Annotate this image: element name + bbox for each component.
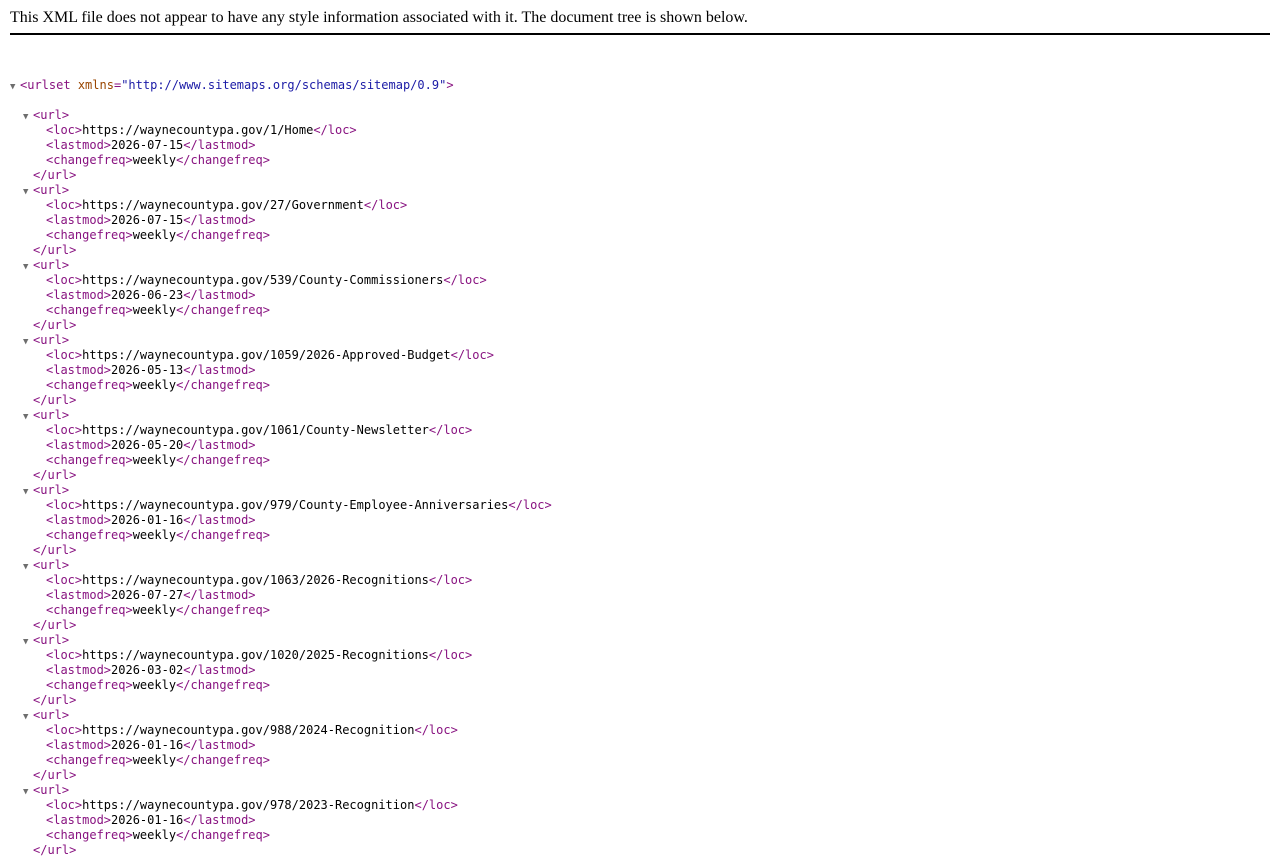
- url-loc-value: https://waynecountypa.gov/978/2023-Recog…: [82, 798, 415, 812]
- url-changefreq-value: weekly: [132, 303, 177, 317]
- url-open-line: ▼ <url>: [10, 708, 552, 723]
- url-loc-line: <loc>https://waynecountypa.gov/1059/2026…: [46, 348, 494, 362]
- url-lastmod-line: <lastmod>2026-05-20</lastmod>: [46, 438, 256, 452]
- url-lastmod-value: 2026-07-15: [111, 138, 184, 152]
- url-open-line: ▼ <url>: [10, 108, 552, 123]
- url-lastmod-value: 2026-01-16: [111, 513, 184, 527]
- url-loc-value: https://waynecountypa.gov/1059/2026-Appr…: [82, 348, 451, 362]
- url-lastmod-line: <lastmod>2026-05-13</lastmod>: [46, 363, 256, 377]
- url-lastmod-value: 2026-03-02: [111, 663, 184, 677]
- url-loc-value: https://waynecountypa.gov/539/County-Com…: [82, 273, 444, 287]
- url-changefreq-line: <changefreq>weekly</changefreq>: [46, 678, 270, 692]
- url-lastmod-line: <lastmod>2026-07-27</lastmod>: [46, 588, 256, 602]
- url-open-line: ▼ <url>: [10, 633, 552, 648]
- url-changefreq-line: <changefreq>weekly</changefreq>: [46, 378, 270, 392]
- url-changefreq-value: weekly: [132, 603, 177, 617]
- url-changefreq-line: <changefreq>weekly</changefreq>: [46, 303, 270, 317]
- url-changefreq-value: weekly: [132, 678, 177, 692]
- url-changefreq-value: weekly: [132, 153, 177, 167]
- url-changefreq-line: <changefreq>weekly</changefreq>: [46, 228, 270, 242]
- url-loc-line: <loc>https://waynecountypa.gov/27/Govern…: [46, 198, 408, 212]
- url-close-line: </url>: [33, 168, 77, 182]
- collapse-triangle-icon[interactable]: ▼: [10, 80, 20, 95]
- url-close-line: </url>: [33, 318, 77, 332]
- url-close-line: </url>: [33, 468, 77, 482]
- url-changefreq-value: weekly: [132, 828, 177, 842]
- url-lastmod-line: <lastmod>2026-01-16</lastmod>: [46, 513, 256, 527]
- url-changefreq-line: <changefreq>weekly</changefreq>: [46, 828, 270, 842]
- xml-document-tree: ▼ <urlset xmlns="http://www.sitemaps.org/…: [10, 48, 552, 858]
- url-loc-line: <loc>https://waynecountypa.gov/988/2024-…: [46, 723, 458, 737]
- url-loc-value: https://waynecountypa.gov/1020/2025-Reco…: [82, 648, 429, 662]
- notice-divider: [10, 33, 1270, 35]
- url-close-line: </url>: [33, 243, 77, 257]
- url-loc-line: <loc>https://waynecountypa.gov/1020/2025…: [46, 648, 473, 662]
- url-loc-line: <loc>https://waynecountypa.gov/1063/2026…: [46, 573, 473, 587]
- url-lastmod-value: 2026-05-13: [111, 363, 184, 377]
- url-loc-line: <loc>https://waynecountypa.gov/979/Count…: [46, 498, 552, 512]
- urlset-tag-name: urlset: [27, 78, 71, 92]
- url-lastmod-line: <lastmod>2026-03-02</lastmod>: [46, 663, 256, 677]
- url-lastmod-value: 2026-07-27: [111, 588, 184, 602]
- url-lastmod-value: 2026-07-15: [111, 213, 184, 227]
- url-open-line: ▼ <url>: [10, 483, 552, 498]
- url-lastmod-line: <lastmod>2026-06-23</lastmod>: [46, 288, 256, 302]
- url-open-line: ▼ <url>: [10, 258, 552, 273]
- url-loc-value: https://waynecountypa.gov/1/Home: [82, 123, 314, 137]
- url-lastmod-line: <lastmod>2026-01-16</lastmod>: [46, 738, 256, 752]
- url-lastmod-line: <lastmod>2026-01-16</lastmod>: [46, 813, 256, 827]
- url-loc-line: <loc>https://waynecountypa.gov/1/Home</l…: [46, 123, 357, 137]
- url-open-line: ▼ <url>: [10, 408, 552, 423]
- url-changefreq-line: <changefreq>weekly</changefreq>: [46, 153, 270, 167]
- url-changefreq-value: weekly: [132, 228, 177, 242]
- url-loc-value: https://waynecountypa.gov/988/2024-Recog…: [82, 723, 415, 737]
- xml-style-notice: This XML file does not appear to have an…: [10, 9, 748, 26]
- url-open-line: ▼ <url>: [10, 183, 552, 198]
- url-close-line: </url>: [33, 768, 77, 782]
- url-lastmod-value: 2026-06-23: [111, 288, 184, 302]
- url-changefreq-value: weekly: [132, 378, 177, 392]
- url-changefreq-value: weekly: [132, 528, 177, 542]
- url-close-line: </url>: [33, 693, 77, 707]
- url-loc-line: <loc>https://waynecountypa.gov/539/Count…: [46, 273, 487, 287]
- url-lastmod-value: 2026-05-20: [111, 438, 184, 452]
- xmlns-attribute-name: xmlns: [77, 78, 114, 92]
- url-close-line: </url>: [33, 393, 77, 407]
- url-loc-line: <loc>https://waynecountypa.gov/978/2023-…: [46, 798, 458, 812]
- url-loc-value: https://waynecountypa.gov/1063/2026-Reco…: [82, 573, 429, 587]
- url-open-line: ▼ <url>: [10, 333, 552, 348]
- url-open-line: ▼ <url>: [10, 783, 552, 798]
- url-lastmod-line: <lastmod>2026-07-15</lastmod>: [46, 213, 256, 227]
- url-changefreq-line: <changefreq>weekly</changefreq>: [46, 453, 270, 467]
- url-lastmod-value: 2026-01-16: [111, 813, 184, 827]
- url-loc-value: https://waynecountypa.gov/27/Government: [82, 198, 364, 212]
- url-changefreq-line: <changefreq>weekly</changefreq>: [46, 528, 270, 542]
- url-lastmod-line: <lastmod>2026-07-15</lastmod>: [46, 138, 256, 152]
- url-close-line: </url>: [33, 843, 77, 857]
- url-lastmod-value: 2026-01-16: [111, 738, 184, 752]
- url-changefreq-line: <changefreq>weekly</changefreq>: [46, 603, 270, 617]
- url-loc-value: https://waynecountypa.gov/979/County-Emp…: [82, 498, 509, 512]
- url-open-line: ▼ <url>: [10, 558, 552, 573]
- url-close-line: </url>: [33, 543, 77, 557]
- url-changefreq-line: <changefreq>weekly</changefreq>: [46, 753, 270, 767]
- urlset-open-line: ▼ <urlset xmlns="http://www.sitemaps.org/…: [10, 78, 552, 93]
- xmlns-attribute-value: http://www.sitemaps.org/schemas/sitemap/…: [128, 78, 440, 92]
- url-changefreq-value: weekly: [132, 753, 177, 767]
- url-loc-line: <loc>https://waynecountypa.gov/1061/Coun…: [46, 423, 473, 437]
- url-changefreq-value: weekly: [132, 453, 177, 467]
- url-close-line: </url>: [33, 618, 77, 632]
- url-loc-value: https://waynecountypa.gov/1061/County-Ne…: [82, 423, 429, 437]
